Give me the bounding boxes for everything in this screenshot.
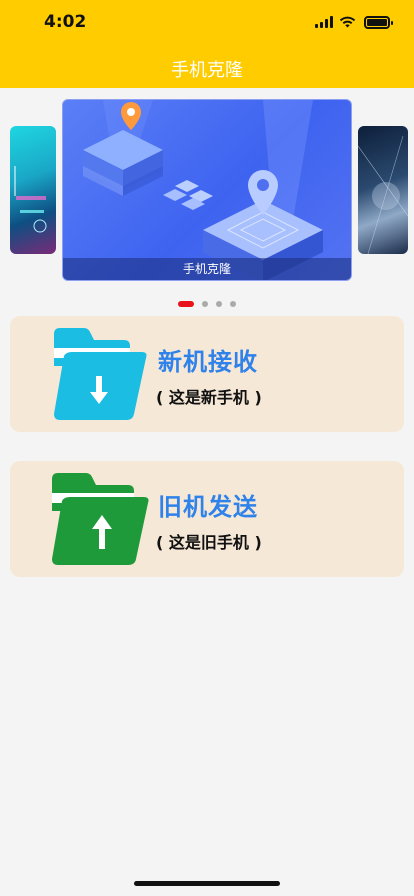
card-subtitle: ( 这是旧手机 ) xyxy=(156,533,262,552)
folder-download-icon xyxy=(54,328,147,420)
page-title: 手机克隆 xyxy=(171,60,243,81)
carousel-caption: 手机克隆 xyxy=(63,258,351,280)
card-title: 旧机发送 xyxy=(158,493,258,521)
pagination-dot[interactable] xyxy=(230,301,236,307)
wifi-icon xyxy=(339,16,356,28)
card-title: 新机接收 xyxy=(158,348,258,376)
home-indicator[interactable] xyxy=(134,881,280,886)
pagination-dot[interactable] xyxy=(202,301,208,307)
signal-icon xyxy=(315,16,333,28)
pagination-dot-active[interactable] xyxy=(178,301,194,307)
folder-upload-icon xyxy=(52,473,149,565)
pagination-dot[interactable] xyxy=(216,301,222,307)
carousel-pagination xyxy=(0,300,414,308)
location-illustration xyxy=(83,100,323,280)
battery-icon xyxy=(364,15,393,29)
status-time: 4:02 xyxy=(44,12,87,32)
status-bar: 4:02 xyxy=(0,0,414,44)
app-header: 4:02 手机克隆 xyxy=(0,0,414,88)
slide-next-illustration xyxy=(358,135,408,254)
carousel-slide-prev[interactable] xyxy=(10,126,56,254)
carousel-slide-current[interactable]: 手机克隆 xyxy=(62,99,352,281)
slide-prev-illustration xyxy=(14,166,47,233)
old-phone-send-button[interactable]: 旧机发送 ( 这是旧手机 ) xyxy=(10,461,404,577)
card-subtitle: ( 这是新手机 ) xyxy=(156,388,262,407)
status-icons xyxy=(315,14,393,30)
carousel-slide-next[interactable] xyxy=(358,126,408,254)
new-phone-receive-button[interactable]: 新机接收 ( 这是新手机 ) xyxy=(10,316,404,432)
banner-carousel[interactable]: 手机克隆 xyxy=(0,98,414,288)
